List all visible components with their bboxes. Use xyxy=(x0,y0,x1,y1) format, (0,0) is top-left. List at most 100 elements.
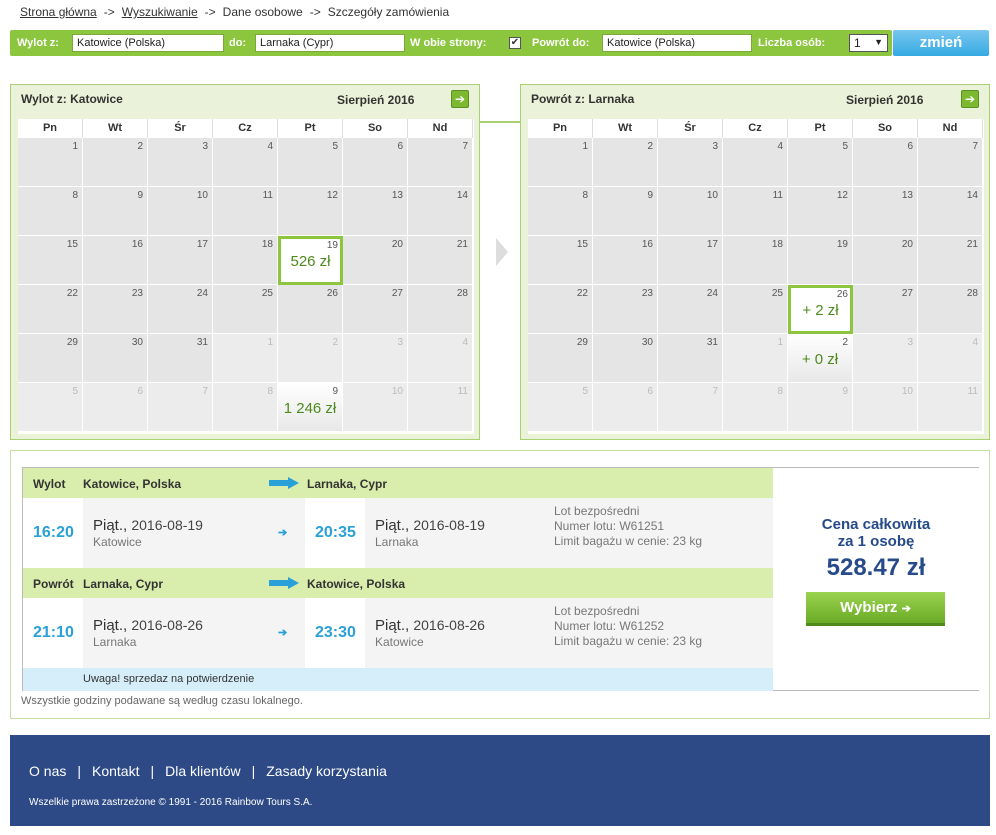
day-number: 13 xyxy=(391,190,403,201)
select-button[interactable]: Wybierz ➔ xyxy=(806,592,945,626)
weekday-header: So xyxy=(343,119,408,138)
calendar-day[interactable]: 28 xyxy=(408,285,473,334)
calendar-day[interactable]: 29 xyxy=(528,334,593,383)
calendar-day[interactable]: 20 xyxy=(343,236,408,285)
day-number: 23 xyxy=(641,288,653,299)
day-number: 9 xyxy=(842,386,848,397)
calendar-day[interactable]: 18 xyxy=(723,236,788,285)
calendar-day[interactable]: 25 xyxy=(723,285,788,334)
return-flight-info: Lot bezpośredni Numer lotu: W61252 Limit… xyxy=(554,604,702,649)
calendar-day[interactable]: 23 xyxy=(83,285,148,334)
calendar-day[interactable]: 7 xyxy=(918,138,983,187)
calendar-day[interactable]: 4 xyxy=(213,138,278,187)
weekday-header: Pn xyxy=(18,119,83,138)
calendar-day[interactable]: 13 xyxy=(853,187,918,236)
calendar-day[interactable]: 9 xyxy=(593,187,658,236)
calendar-day[interactable]: 9 xyxy=(83,187,148,236)
calendar-day[interactable]: 30 xyxy=(593,334,658,383)
calendar-day[interactable]: 3 xyxy=(658,138,723,187)
calendar-day[interactable]: 3 xyxy=(148,138,213,187)
calendar-day[interactable]: 28 xyxy=(918,285,983,334)
from-input[interactable] xyxy=(72,34,224,52)
day-number: 5 xyxy=(582,386,588,397)
calendar-day[interactable]: 19 xyxy=(788,236,853,285)
calendar-day[interactable]: 1 xyxy=(18,138,83,187)
copyright: Wszelkie prawa zastrzeżone © 1991 - 2016… xyxy=(29,797,313,808)
outbound-route-from: Katowice, Polska xyxy=(83,477,182,491)
calendar-day[interactable]: 7 xyxy=(408,138,473,187)
calendar-day[interactable]: 18 xyxy=(213,236,278,285)
calendar-day[interactable]: 6 xyxy=(853,138,918,187)
calendar-day[interactable]: 15 xyxy=(528,236,593,285)
calendar-day[interactable]: 12 xyxy=(788,187,853,236)
calendar-day[interactable]: 26 xyxy=(278,285,343,334)
calendar-day[interactable]: 21 xyxy=(408,236,473,285)
day-number: 17 xyxy=(706,239,718,250)
calendar-day[interactable]: 24 xyxy=(148,285,213,334)
calendar-day[interactable]: 25 xyxy=(213,285,278,334)
day-number: 14 xyxy=(456,190,468,201)
next-month-arrow-icon[interactable]: ➔ xyxy=(961,90,979,108)
calendar-day[interactable]: 11 xyxy=(213,187,278,236)
outbound-flight-row: 16:20 Piąt., 2016-08-19 Katowice ➔ 20:35… xyxy=(23,498,773,568)
calendar-day[interactable]: 27 xyxy=(853,285,918,334)
calendar-day[interactable]: 24 xyxy=(658,285,723,334)
calendar-day[interactable]: 5 xyxy=(278,138,343,187)
calendar-day[interactable]: 2 xyxy=(83,138,148,187)
calendar-day[interactable]: 19 526 zł xyxy=(278,236,343,285)
calendar-day[interactable]: 27 xyxy=(343,285,408,334)
next-month-arrow-icon[interactable]: ➔ xyxy=(451,90,469,108)
footer-link-about[interactable]: O nas xyxy=(29,763,66,779)
calendar-day: 6 xyxy=(83,383,148,432)
persons-select[interactable]: 1 ▼ xyxy=(849,34,888,52)
calendar-day[interactable]: 12 xyxy=(278,187,343,236)
calendar-day[interactable]: 13 xyxy=(343,187,408,236)
calendar-day[interactable]: 10 xyxy=(658,187,723,236)
calendar-day[interactable]: 8 xyxy=(528,187,593,236)
calendar-day[interactable]: 17 xyxy=(148,236,213,285)
breadcrumb-home[interactable]: Strona główna xyxy=(20,5,97,19)
flight-number-text: Numer lotu: W61251 xyxy=(554,519,665,533)
calendar-day[interactable]: 4 xyxy=(723,138,788,187)
calendar-day[interactable]: 29 xyxy=(18,334,83,383)
calendar-day[interactable]: 9 1 246 zł xyxy=(278,383,343,432)
calendar-day[interactable]: 30 xyxy=(83,334,148,383)
calendar-day[interactable]: 17 xyxy=(658,236,723,285)
to-input[interactable] xyxy=(255,34,405,52)
calendar-day[interactable]: 20 xyxy=(853,236,918,285)
arrow-right-icon: ➔ xyxy=(278,527,288,539)
breadcrumb-order-details: Szczegóły zamówienia xyxy=(327,5,450,19)
breadcrumb-search[interactable]: Wyszukiwanie xyxy=(122,5,198,19)
footer-link-contact[interactable]: Kontakt xyxy=(92,763,139,779)
footer-link-terms[interactable]: Zasady korzystania xyxy=(266,763,387,779)
calendar-day[interactable]: 11 xyxy=(723,187,788,236)
day-number: 1 xyxy=(72,141,78,152)
calendar-day[interactable]: 22 xyxy=(528,285,593,334)
roundtrip-checkbox[interactable]: ✔ xyxy=(509,37,521,49)
change-search-button[interactable]: zmień xyxy=(893,30,989,56)
calendar-day[interactable]: 2 xyxy=(593,138,658,187)
price-box: Cena całkowita za 1 osobę 528.47 zł Wybi… xyxy=(773,468,979,690)
calendar-day[interactable]: 22 xyxy=(18,285,83,334)
footer-link-clients[interactable]: Dla klientów xyxy=(165,763,240,779)
calendar-day[interactable]: 15 xyxy=(18,236,83,285)
calendar-day[interactable]: 5 xyxy=(788,138,853,187)
return-input[interactable] xyxy=(602,34,752,52)
calendar-day[interactable]: 1 xyxy=(528,138,593,187)
calendar-day[interactable]: 31 xyxy=(658,334,723,383)
calendar-day[interactable]: 16 xyxy=(83,236,148,285)
calendar-day[interactable]: 16 xyxy=(593,236,658,285)
calendar-day[interactable]: 21 xyxy=(918,236,983,285)
calendar-day[interactable]: 23 xyxy=(593,285,658,334)
calendar-day[interactable]: 2 + 0 zł xyxy=(788,334,853,383)
flight-offer: Wylot Katowice, Polska Larnaka, Cypr 16:… xyxy=(22,467,979,691)
calendar-day[interactable]: 31 xyxy=(148,334,213,383)
calendar-day[interactable]: 8 xyxy=(18,187,83,236)
day-number: 1 xyxy=(582,141,588,152)
calendar-day[interactable]: 26 + 2 zł xyxy=(788,285,853,334)
calendar-day[interactable]: 10 xyxy=(148,187,213,236)
calendar-day[interactable]: 14 xyxy=(918,187,983,236)
calendar-day[interactable]: 14 xyxy=(408,187,473,236)
weekday-header: Pn xyxy=(528,119,593,138)
calendar-day[interactable]: 6 xyxy=(343,138,408,187)
